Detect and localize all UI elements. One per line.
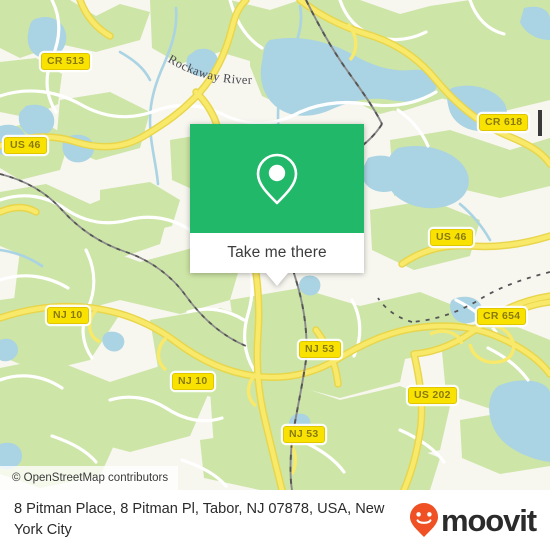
- moovit-logo[interactable]: moovit: [409, 502, 537, 538]
- footer-bar: 8 Pitman Place, 8 Pitman Pl, Tabor, NJ 0…: [0, 490, 550, 550]
- osm-attribution-text: © OpenStreetMap contributors: [12, 472, 169, 484]
- moovit-wordmark: moovit: [440, 502, 537, 538]
- address-text: 8 Pitman Place, 8 Pitman Pl, Tabor, NJ 0…: [14, 501, 385, 538]
- popup-pointer-tail: [266, 273, 288, 286]
- road-shield-nj-10-s[interactable]: NJ 10: [172, 373, 214, 390]
- road-shield-cr-654[interactable]: CR 654: [477, 308, 527, 325]
- map-canvas[interactable]: Rockaway River CR 513 US 46 CR 618 US 46…: [0, 0, 550, 490]
- popup-marker-panel: [190, 124, 364, 233]
- railway-tunnel-marker: [538, 110, 542, 136]
- road-shield-nj-53-s[interactable]: NJ 53: [283, 426, 325, 443]
- location-popup-card[interactable]: Take me there: [190, 124, 364, 286]
- map-pin-icon: [256, 153, 298, 204]
- road-shield-us-46-e[interactable]: US 46: [430, 229, 473, 246]
- map-page: Rockaway River CR 513 US 46 CR 618 US 46…: [0, 0, 550, 550]
- road-shield-cr-618[interactable]: CR 618: [479, 114, 529, 131]
- osm-attribution[interactable]: © OpenStreetMap contributors: [0, 466, 179, 490]
- road-shield-us-46-w[interactable]: US 46: [4, 137, 47, 154]
- road-shield-nj-53-n[interactable]: NJ 53: [299, 341, 341, 358]
- road-shield-us-202[interactable]: US 202: [408, 387, 457, 404]
- take-me-there-label: Take me there: [227, 244, 327, 261]
- road-shield-cr-513[interactable]: CR 513: [41, 53, 91, 70]
- road-shield-nj-10-w[interactable]: NJ 10: [47, 307, 89, 324]
- moovit-smile-pin-icon: [409, 503, 438, 537]
- popup-action-bar[interactable]: Take me there: [190, 233, 364, 273]
